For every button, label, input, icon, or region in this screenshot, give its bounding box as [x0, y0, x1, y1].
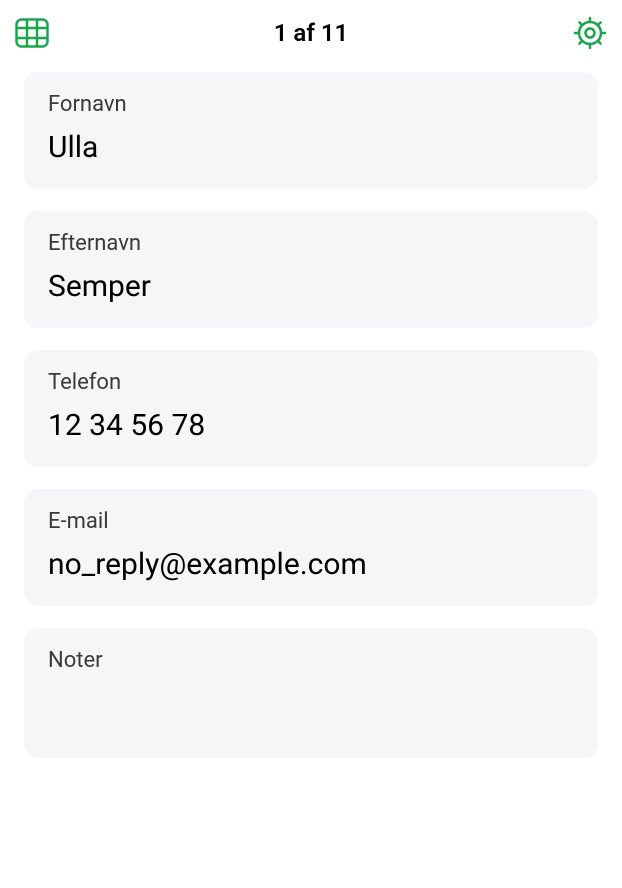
lastname-field[interactable]: Efternavn Semper: [24, 211, 598, 328]
firstname-field[interactable]: Fornavn Ulla: [24, 72, 598, 189]
form-content: Fornavn Ulla Efternavn Semper Telefon 12…: [0, 62, 622, 758]
table-grid-icon: [15, 18, 49, 48]
email-label: E-mail: [48, 509, 574, 534]
settings-button[interactable]: [572, 15, 608, 51]
page-counter: 1 af 11: [274, 19, 348, 47]
email-field[interactable]: E-mail no_reply@example.com: [24, 489, 598, 606]
firstname-label: Fornavn: [48, 92, 574, 117]
notes-value: [48, 673, 574, 711]
email-value: no_reply@example.com: [48, 546, 574, 584]
lastname-label: Efternavn: [48, 231, 574, 256]
phone-field[interactable]: Telefon 12 34 56 78: [24, 350, 598, 467]
notes-label: Noter: [48, 648, 574, 673]
firstname-value: Ulla: [48, 129, 574, 167]
lastname-value: Semper: [48, 268, 574, 306]
table-view-button[interactable]: [14, 15, 50, 51]
phone-value: 12 34 56 78: [48, 407, 574, 445]
header: 1 af 11: [0, 0, 622, 62]
phone-label: Telefon: [48, 370, 574, 395]
gear-icon: [573, 16, 607, 50]
notes-field[interactable]: Noter: [24, 628, 598, 758]
